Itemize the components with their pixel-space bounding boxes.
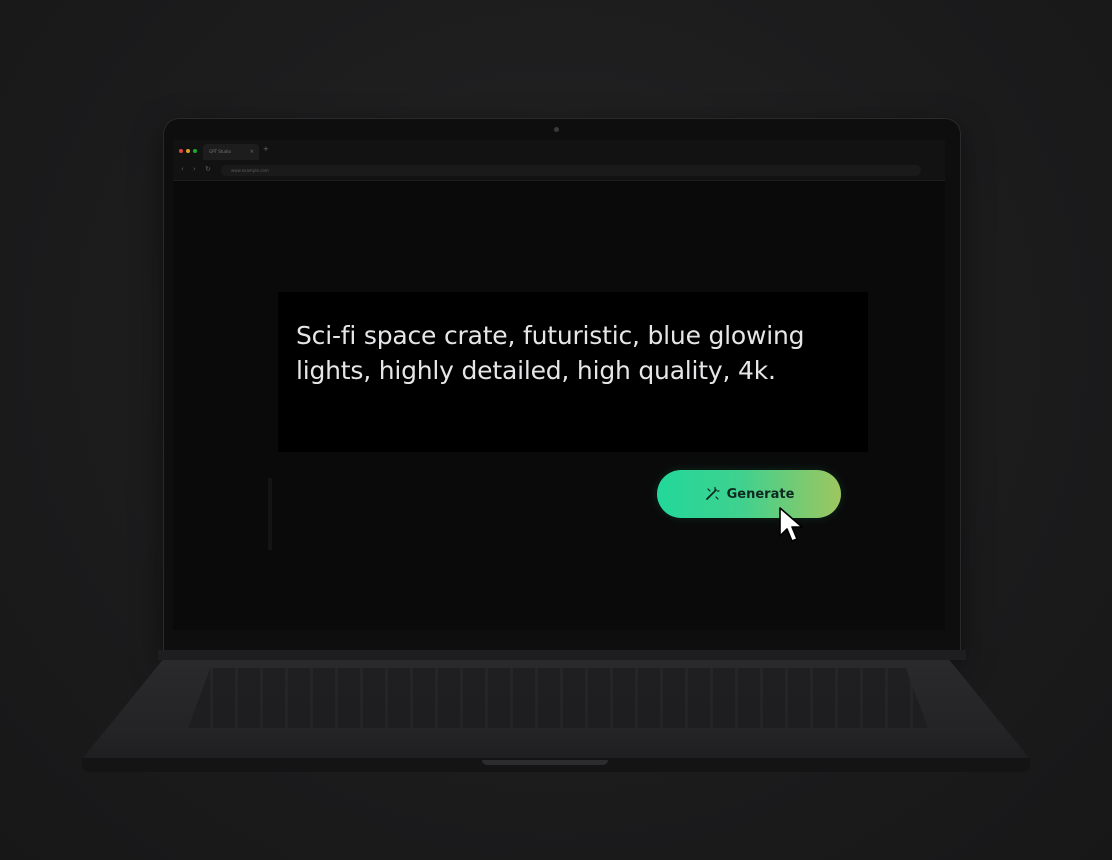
- laptop-hinge: [158, 650, 966, 660]
- generate-button[interactable]: Generate: [657, 470, 841, 518]
- browser-nav-bar: ‹ › ↻ www.example.com: [173, 162, 945, 179]
- laptop-scene: GPT Studio × + ‹ › ↻ www.example.com Sci…: [0, 0, 1112, 860]
- laptop-screen: GPT Studio × + ‹ › ↻ www.example.com Sci…: [173, 140, 945, 630]
- webcam: [554, 127, 559, 132]
- maximize-window-button[interactable]: [193, 149, 197, 153]
- magic-wand-icon: [705, 486, 720, 500]
- laptop-notch: [482, 760, 608, 765]
- generate-label: Generate: [726, 486, 795, 502]
- close-window-button[interactable]: [179, 149, 183, 153]
- address-bar[interactable]: www.example.com: [221, 165, 921, 176]
- side-divider: [268, 478, 272, 550]
- browser-tab-label: GPT Studio: [209, 149, 231, 154]
- reload-icon[interactable]: ↻: [205, 165, 211, 173]
- keyboard: [188, 668, 928, 728]
- minimize-window-button[interactable]: [186, 149, 190, 153]
- prompt-text[interactable]: Sci-fi space crate, futuristic, blue glo…: [296, 318, 836, 388]
- back-icon[interactable]: ‹: [181, 165, 184, 173]
- window-controls: [179, 149, 197, 153]
- browser-chrome: GPT Studio × + ‹ › ↻ www.example.com: [173, 140, 945, 181]
- new-tab-icon[interactable]: +: [263, 145, 269, 153]
- tab-close-icon[interactable]: ×: [250, 144, 254, 160]
- forward-icon[interactable]: ›: [193, 165, 196, 173]
- mouse-cursor-icon: [779, 507, 803, 542]
- browser-tab[interactable]: GPT Studio ×: [203, 144, 259, 160]
- prompt-panel[interactable]: Sci-fi space crate, futuristic, blue glo…: [278, 292, 868, 452]
